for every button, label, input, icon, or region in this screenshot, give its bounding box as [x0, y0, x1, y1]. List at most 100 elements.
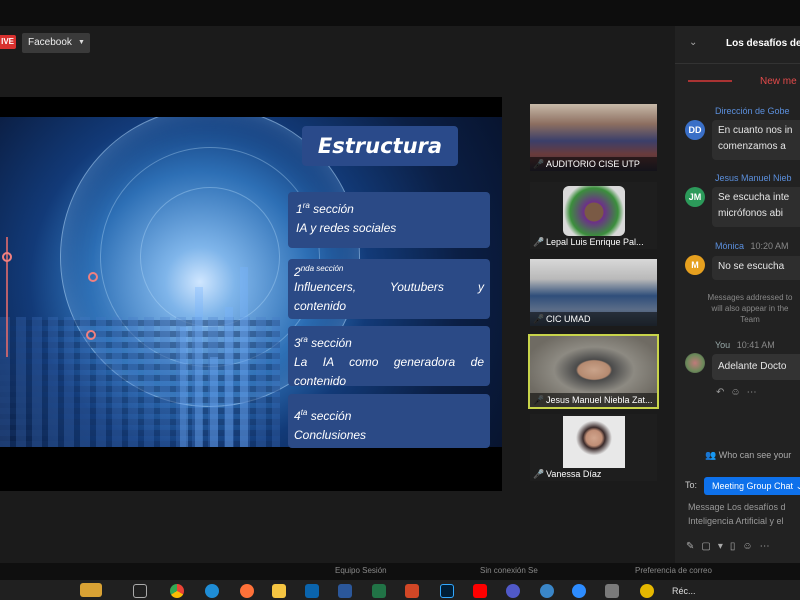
- zoom-icon[interactable]: [572, 584, 586, 598]
- note-line: Messages addressed to: [707, 293, 793, 302]
- briefcase-icon[interactable]: [80, 583, 102, 597]
- reply-icon[interactable]: ↶: [716, 387, 730, 398]
- section-heading: 4ta sección: [294, 408, 352, 423]
- window-text: Sin conexión Se: [480, 566, 538, 575]
- message-sender: Mónica: [715, 241, 745, 251]
- live-badge[interactable]: IVE: [0, 35, 16, 49]
- participant-photo: [563, 416, 625, 468]
- participant-name: Lepal Luis Enrique Pal...: [546, 237, 644, 247]
- file-icon[interactable]: ▯: [730, 541, 743, 552]
- emoji-react-icon[interactable]: ☺: [730, 387, 746, 398]
- message-line: En cuanto nos in: [718, 125, 793, 136]
- chevron-down-icon: ▼: [77, 39, 85, 46]
- people-icon: 👥: [705, 450, 717, 460]
- stream-platform-label: Facebook: [28, 37, 72, 48]
- participant-tile[interactable]: 🎤 CIC UMAD: [530, 259, 657, 326]
- format-icon[interactable]: ✎: [686, 541, 701, 552]
- message-line: Adelante Docto: [718, 361, 787, 372]
- recipient-label: Meeting Group Chat: [712, 481, 794, 491]
- divider-line: [688, 80, 732, 83]
- section-heading: 2nda sección: [294, 264, 344, 279]
- emoji-icon[interactable]: ☺: [742, 541, 759, 552]
- message-sender: You: [715, 340, 731, 350]
- message-line: micrófonos abi: [718, 208, 784, 219]
- to-label: To:: [685, 480, 698, 490]
- composer-placeholder: Message Los desafíos d: [688, 502, 786, 512]
- message-line: No se escucha: [718, 261, 785, 272]
- app-icon[interactable]: [640, 584, 654, 598]
- new-messages-label: New me: [760, 76, 797, 87]
- composer-placeholder: Inteligencia Artificial y el: [688, 516, 784, 526]
- chart-bar-graphic: [210, 357, 218, 447]
- more-icon[interactable]: ⋯: [747, 387, 763, 398]
- stream-toolbar: [0, 26, 675, 58]
- system-note: Messages addressed to will also appear i…: [700, 292, 800, 325]
- chat-header: ⌄ Los desafíos de: [675, 26, 800, 64]
- participant-name: CIC UMAD: [530, 312, 657, 326]
- youtube-icon[interactable]: [473, 584, 487, 598]
- background-window-strip: Equipo Sesión Sin conexión Se Preferenci…: [0, 563, 800, 580]
- avatar: [563, 186, 625, 236]
- collapse-chevron-icon[interactable]: ⌄: [689, 37, 697, 48]
- word-icon[interactable]: [338, 584, 352, 598]
- excel-icon[interactable]: [372, 584, 386, 598]
- edge-icon[interactable]: [205, 584, 219, 598]
- firefox-icon[interactable]: [240, 584, 254, 598]
- participant-tile-active-speaker[interactable]: 🎤 Jesus Manuel Niebla Zat...: [528, 334, 659, 409]
- participant-tile[interactable]: 🎤 Lepal Luis Enrique Pal...: [530, 182, 657, 249]
- circuit-node: [86, 330, 96, 340]
- screenshot-icon[interactable]: ▢: [701, 541, 717, 552]
- section-text: La IA como generadora de: [294, 355, 484, 369]
- message-sender: Dirección de Gobe: [715, 106, 790, 116]
- folder-icon[interactable]: [272, 584, 286, 598]
- participant-tile[interactable]: 🎤 AUDITORIO CISE UTP: [530, 104, 657, 171]
- note-line: will also appear in the: [711, 304, 789, 313]
- note-line: Team: [740, 315, 760, 324]
- chat-message: En cuanto nos in comenzamos a: [712, 120, 800, 160]
- composer-toolbar: ✎▢▾▯☺⋯: [686, 541, 777, 552]
- who-can-see-row[interactable]: 👥 Who can see your: [705, 450, 791, 461]
- app-icon[interactable]: [605, 584, 619, 598]
- stream-platform-select[interactable]: Facebook ▼: [22, 33, 90, 53]
- recipient-dropdown[interactable]: Meeting Group Chat ⌄: [704, 477, 800, 495]
- new-messages-divider: New me: [688, 76, 797, 87]
- avatar: M: [685, 255, 705, 275]
- message-sender: Jesus Manuel Nieb: [715, 173, 792, 183]
- keyboard-graphic: [0, 317, 280, 447]
- section-text: IA y redes sociales: [296, 221, 397, 235]
- photoshop-icon[interactable]: [440, 584, 454, 598]
- who-can-see-label: Who can see your: [718, 450, 792, 460]
- task-view-icon[interactable]: [133, 584, 147, 598]
- chart-bar-graphic: [180, 327, 188, 447]
- chat-message-input[interactable]: Message Los desafíos d Inteligencia Arti…: [688, 500, 800, 528]
- top-title-bar: [0, 0, 800, 26]
- message-line: comenzamos a: [718, 141, 786, 152]
- window-text: Preferencia de correo: [635, 566, 712, 575]
- outlook-icon[interactable]: [305, 584, 319, 598]
- powerpoint-icon[interactable]: [405, 584, 419, 598]
- chat-message: Se escucha inte micrófonos abi: [712, 187, 800, 227]
- chrome-icon[interactable]: [170, 584, 184, 598]
- slide-section-3: 3ra sección La IA como generadora de con…: [288, 326, 490, 388]
- taskbar-window-label[interactable]: Réc...: [672, 586, 696, 596]
- section-text: Conclusiones: [294, 428, 367, 442]
- browser-icon[interactable]: [540, 584, 554, 598]
- message-time: 10:41 AM: [736, 340, 775, 350]
- avatar: DD: [685, 120, 705, 140]
- participant-name: Vanessa Díaz: [546, 469, 602, 479]
- section-heading: 1ra sección: [296, 201, 354, 216]
- avatar: JM: [685, 187, 705, 207]
- circuit-node: [88, 272, 98, 282]
- section-text-cont: contenido: [294, 299, 347, 313]
- chart-bar-graphic: [240, 267, 248, 447]
- chat-title: Los desafíos de: [726, 38, 800, 49]
- globe-ring: [140, 187, 280, 327]
- participant-name: Jesus Manuel Niebla Zat...: [530, 393, 657, 407]
- participant-tile[interactable]: 🎤 Vanessa Díaz: [530, 414, 657, 481]
- circuit-node: [2, 252, 12, 262]
- section-text: Influencers, Youtubers y: [294, 280, 484, 294]
- teams-icon[interactable]: [506, 584, 520, 598]
- message-line: Se escucha inte: [718, 192, 790, 203]
- more-icon[interactable]: ⋯: [760, 541, 777, 552]
- dropdown-icon[interactable]: ▾: [718, 541, 730, 552]
